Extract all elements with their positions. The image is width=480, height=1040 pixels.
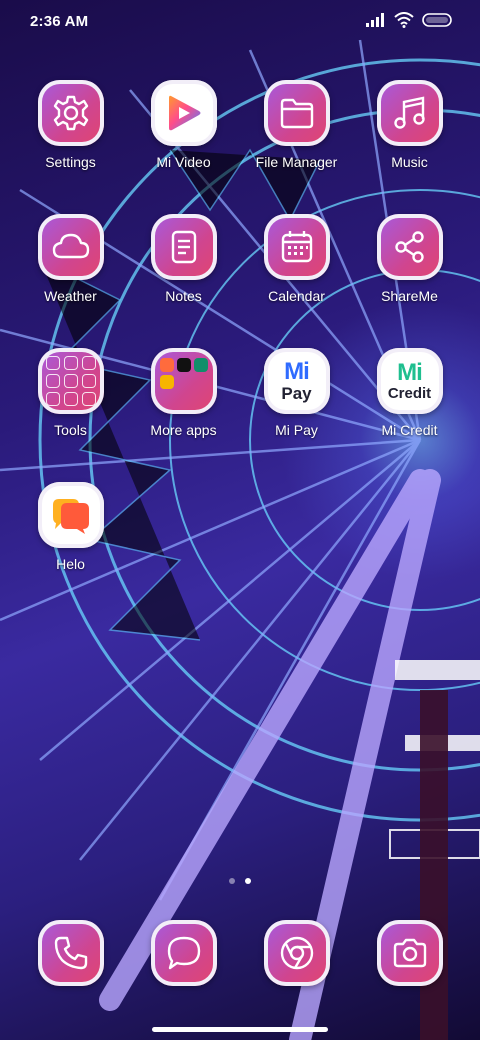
share-icon bbox=[394, 231, 424, 263]
page-dot-active[interactable] bbox=[245, 878, 251, 884]
music-note-icon bbox=[393, 96, 425, 129]
app-file-manager[interactable]: File Manager bbox=[240, 80, 353, 170]
app-tile bbox=[37, 214, 104, 280]
app-label: Weather bbox=[44, 288, 97, 304]
app-tile: Mi Pay bbox=[263, 348, 330, 414]
page-indicator[interactable] bbox=[0, 878, 480, 884]
gear-icon bbox=[53, 95, 88, 131]
app-label: Mi Credit bbox=[381, 422, 438, 438]
phone-icon bbox=[54, 936, 87, 970]
app-tile bbox=[263, 80, 330, 146]
folder-tile bbox=[150, 348, 217, 414]
logo-credit-text: Credit bbox=[387, 385, 432, 402]
app-label: ShareMe bbox=[381, 288, 438, 304]
app-tile bbox=[37, 920, 104, 986]
app-label: Calendar bbox=[268, 288, 325, 304]
tools-folder-icon bbox=[45, 356, 96, 406]
camera-icon bbox=[393, 938, 426, 968]
logo-mi-text: Mi bbox=[397, 359, 423, 386]
cloud-icon bbox=[52, 233, 89, 259]
message-bubble-icon bbox=[167, 936, 200, 970]
note-icon bbox=[171, 230, 196, 264]
app-tile bbox=[376, 214, 443, 280]
app-mi-credit[interactable]: Mi Credit Mi Credit bbox=[353, 348, 466, 438]
chrome-icon bbox=[280, 936, 313, 970]
app-helo[interactable]: Helo bbox=[14, 482, 127, 572]
logo-mi-text: Mi bbox=[284, 358, 310, 385]
app-tile bbox=[263, 920, 330, 986]
app-label: Mi Pay bbox=[275, 422, 318, 438]
app-tile bbox=[150, 920, 217, 986]
app-label: Notes bbox=[165, 288, 202, 304]
app-settings[interactable]: Settings bbox=[14, 80, 127, 170]
folder-tools[interactable]: Tools bbox=[14, 348, 127, 438]
app-label: More apps bbox=[150, 422, 217, 438]
app-tile bbox=[263, 214, 330, 280]
home-indicator-bar[interactable] bbox=[152, 1027, 328, 1032]
play-icon bbox=[168, 95, 200, 131]
app-label: Helo bbox=[56, 556, 85, 572]
app-weather[interactable]: Weather bbox=[14, 214, 127, 304]
dock-browser[interactable] bbox=[240, 920, 353, 986]
mi-credit-logo: Mi Credit bbox=[387, 359, 432, 402]
app-calendar[interactable]: Calendar bbox=[240, 214, 353, 304]
folder-icon bbox=[280, 98, 313, 129]
apps-folder-icon bbox=[159, 357, 208, 389]
helo-icon bbox=[52, 499, 89, 534]
app-tile bbox=[150, 214, 217, 280]
app-label: Settings bbox=[45, 154, 96, 170]
dock-camera[interactable] bbox=[353, 920, 466, 986]
app-mi-video[interactable]: Mi Video bbox=[127, 80, 240, 170]
dock-messaging[interactable] bbox=[127, 920, 240, 986]
app-label: Tools bbox=[54, 422, 87, 438]
logo-pay-text: Pay bbox=[281, 384, 312, 403]
app-mi-pay[interactable]: Mi Pay Mi Pay bbox=[240, 348, 353, 438]
page-dot[interactable] bbox=[229, 878, 235, 884]
app-label: Music bbox=[391, 154, 428, 170]
app-label: File Manager bbox=[255, 154, 338, 170]
app-label: Mi Video bbox=[156, 154, 211, 170]
dock-phone[interactable] bbox=[14, 920, 127, 986]
calendar-icon bbox=[281, 231, 312, 263]
app-tile: Mi Credit bbox=[376, 348, 443, 414]
app-shareme[interactable]: ShareMe bbox=[353, 214, 466, 304]
app-tile bbox=[376, 920, 443, 986]
app-tile bbox=[150, 80, 217, 146]
app-tile bbox=[376, 80, 443, 146]
home-screen-grid: Settings Mi Video File Manager Music Wea… bbox=[0, 0, 480, 1040]
app-music[interactable]: Music bbox=[353, 80, 466, 170]
app-tile bbox=[37, 80, 104, 146]
folder-more-apps[interactable]: More apps bbox=[127, 348, 240, 438]
app-tile bbox=[37, 482, 104, 548]
folder-tile bbox=[37, 348, 104, 414]
mi-pay-logo: Mi Pay bbox=[281, 358, 312, 403]
app-notes[interactable]: Notes bbox=[127, 214, 240, 304]
